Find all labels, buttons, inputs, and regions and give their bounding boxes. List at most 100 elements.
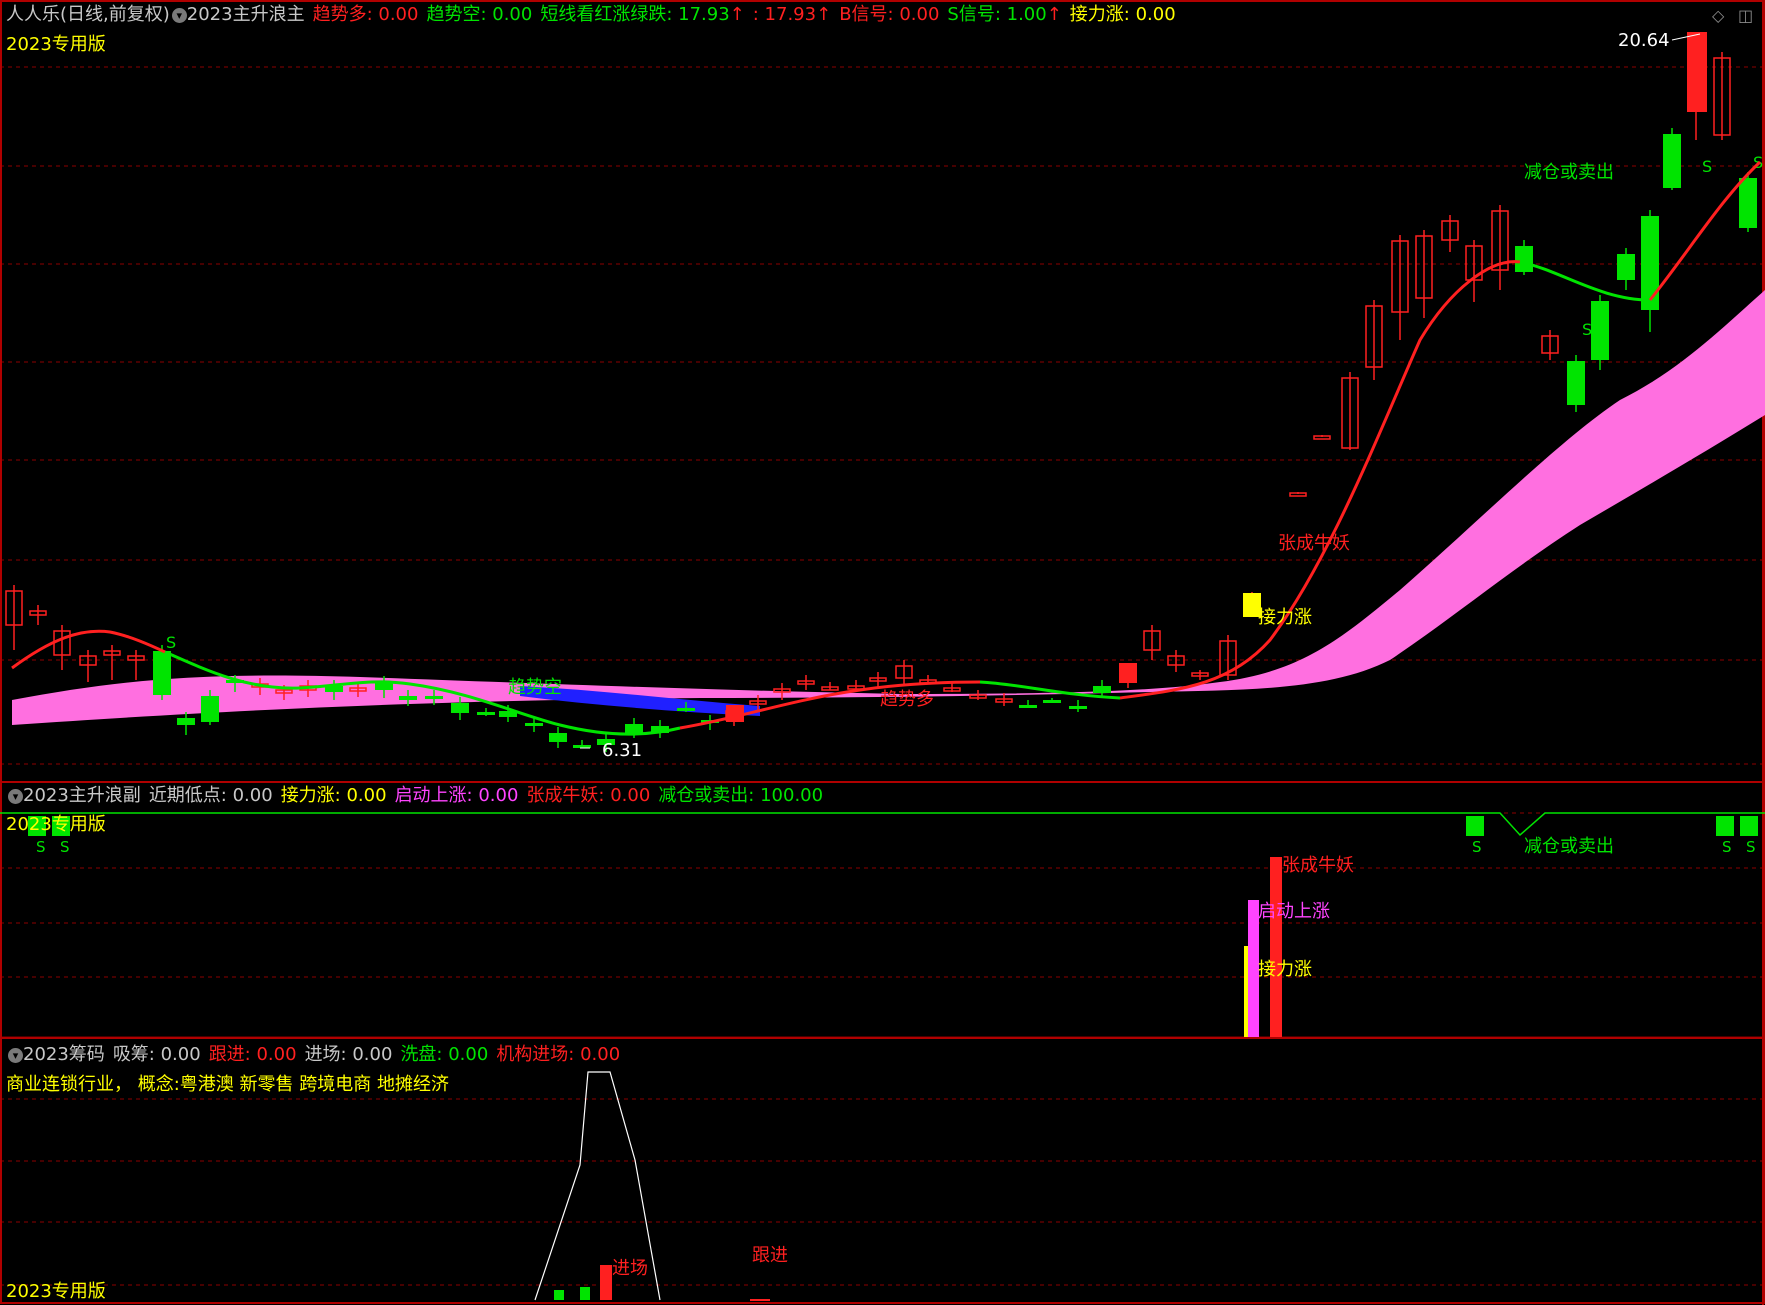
sell-marker: S <box>1582 320 1592 339</box>
sell-marker: S <box>36 838 46 856</box>
candle-body <box>525 723 543 726</box>
chip-value-item: 机构进场: 0.00 <box>496 1044 621 1065</box>
indicator-name[interactable]: 2023主升浪主 <box>187 4 305 25</box>
sub-header: ▾ 2023主升浪副 近期低点: 0.00 接力涨: 0.00 启动上涨: 0.00 张成… <box>6 785 831 807</box>
candle-body <box>201 696 219 722</box>
industry-label: 商业连锁行业， 概念:粤港澳 新零售 跨境电商 地摊经济 <box>6 1074 449 1095</box>
diamond-icon[interactable]: ◇ <box>1712 6 1724 25</box>
sell-signal-bar <box>1466 816 1484 836</box>
sell-marker: S <box>1702 157 1712 176</box>
up-arrow-icon: ↑ <box>816 4 832 25</box>
enter-bar <box>600 1265 612 1300</box>
price-low-label: 6.31 <box>602 740 643 761</box>
trend-long-label: 趋势多 <box>880 689 934 710</box>
edition-label: 2023专用版 <box>6 34 106 55</box>
main-value-item: B信号: 0.00 <box>839 4 940 25</box>
chip-value-item: 洗盘: 0.00 <box>400 1044 489 1065</box>
candle-body <box>451 703 469 713</box>
main-value-item: 趋势空: 0.00 <box>426 4 533 25</box>
main-value-item: 短线看红涨绿跌: 17.93↑ <box>540 4 745 25</box>
sub-indicator-values: 近期低点: 0.00 接力涨: 0.00 启动上涨: 0.00 张成牛妖: 0.00 减… <box>149 785 831 806</box>
collapse-icon[interactable]: ▾ <box>8 788 23 804</box>
sub-edition-label: 2023专用版 <box>6 814 106 835</box>
candle-body <box>1567 361 1585 405</box>
sell-marker: S <box>1472 838 1482 856</box>
candle-body <box>1119 663 1137 683</box>
panel-border <box>0 0 1765 1304</box>
chip-header: ▾ 2023筹码 吸筹: 0.00 跟进: 0.00 进场: 0.00 洗盘: 0.00 机… <box>6 1044 628 1066</box>
window-icon[interactable]: ◫ <box>1738 6 1753 25</box>
sell-marker: S <box>1746 838 1756 856</box>
candle-body <box>1043 700 1061 703</box>
candle-body <box>399 696 417 700</box>
candle-body <box>1687 32 1707 112</box>
chip-enter-label: 进场 <box>612 1258 648 1279</box>
main-header: 人人乐(日线,前复权) ▾ 2023主升浪主 趋势多: 0.00 趋势空: 0.00 短线… <box>6 4 1184 26</box>
candle-body <box>153 651 171 695</box>
candle-body <box>1663 134 1681 188</box>
chip-value-item: 吸筹: 0.00 <box>112 1044 201 1065</box>
candle-body <box>625 724 643 733</box>
sub-reduce-sell-label: 减仓或卖出 <box>1524 836 1614 857</box>
sell-signal-bar <box>1716 816 1734 836</box>
trend-short-label: 趋势空 <box>508 677 562 698</box>
candle-body <box>677 708 695 711</box>
candle-body <box>425 696 443 699</box>
relay-label: 接力涨 <box>1258 607 1312 628</box>
grid-lines <box>0 0 1765 1305</box>
chip-value-item: 进场: 0.00 <box>304 1044 393 1065</box>
sell-marker: S <box>60 838 70 856</box>
reduce-sell-line <box>0 812 1765 837</box>
sub-start-rise-label: 启动上涨 <box>1258 901 1330 922</box>
trend-line-up <box>1119 260 1521 700</box>
sub-value-item: 张成牛妖: 0.00 <box>526 785 651 806</box>
main-indicator-values: 趋势多: 0.00 趋势空: 0.00 短线看红涨绿跌: 17.93↑ : 17.93… <box>313 4 1184 25</box>
wash-bar <box>554 1290 564 1300</box>
sub-bull-demon-label: 张成牛妖 <box>1282 855 1354 876</box>
sell-marker: S <box>1722 838 1732 856</box>
candle-body <box>1093 686 1111 693</box>
candle-body <box>477 712 495 715</box>
candle-body <box>1739 178 1757 228</box>
chip-value-item: 跟进: 0.00 <box>208 1044 297 1065</box>
collapse-icon[interactable]: ▾ <box>8 1047 23 1063</box>
main-value-item: : 17.93↑ <box>752 4 832 25</box>
stock-name: 人人乐(日线,前复权) <box>6 4 170 25</box>
candle-body <box>1019 705 1037 708</box>
candle-body <box>177 718 195 725</box>
price-high-label: 20.64 <box>1618 30 1670 51</box>
bull-demon-label: 张成牛妖 <box>1278 533 1350 554</box>
chip-indicator-layer <box>534 1071 770 1301</box>
main-value-item: S信号: 1.00↑ <box>947 4 1062 25</box>
sub-value-item: 接力涨: 0.00 <box>280 785 387 806</box>
candle-body <box>1591 301 1609 360</box>
main-value-item: 趋势多: 0.00 <box>312 4 419 25</box>
chip-edition-label: 2023专用版 <box>6 1281 106 1302</box>
candle-body <box>1313 435 1331 440</box>
sub-indicator-layer: SSSSS <box>0 812 1765 1037</box>
chip-indicator-name[interactable]: 2023筹码 <box>23 1044 105 1065</box>
candle-body <box>1289 492 1307 497</box>
candle-body <box>1641 216 1659 310</box>
sell-marker: S <box>166 633 176 652</box>
chip-follow-label: 跟进 <box>752 1245 788 1266</box>
chip-indicator-values: 吸筹: 0.00 跟进: 0.00 进场: 0.00 洗盘: 0.00 机构进场: 0.… <box>113 1044 628 1065</box>
sell-signal-bar <box>1740 816 1758 836</box>
sub-value-item: 启动上涨: 0.00 <box>394 785 519 806</box>
candle-body <box>1515 246 1533 272</box>
sub-value-item: 减仓或卖出: 100.00 <box>658 785 824 806</box>
candlestick-series: SSS S <box>5 32 1763 752</box>
wash-bar <box>580 1287 590 1300</box>
sub-indicator-name[interactable]: 2023主升浪副 <box>23 785 141 806</box>
trend-line-layer <box>11 160 1762 736</box>
chart-canvas: SSS S SSSSS <box>0 0 1765 1305</box>
candle-body <box>1617 254 1635 280</box>
reduce-sell-label: 减仓或卖出 <box>1524 162 1614 183</box>
candle-body <box>549 733 567 742</box>
sub-value-item: 近期低点: 0.00 <box>148 785 273 806</box>
bull-demon-bar <box>1270 857 1282 1037</box>
panel-divider <box>0 781 1765 783</box>
sub-relay-label: 接力涨 <box>1258 959 1312 980</box>
collapse-icon[interactable]: ▾ <box>171 7 187 23</box>
main-value-item: 接力涨: 0.00 <box>1069 4 1176 25</box>
